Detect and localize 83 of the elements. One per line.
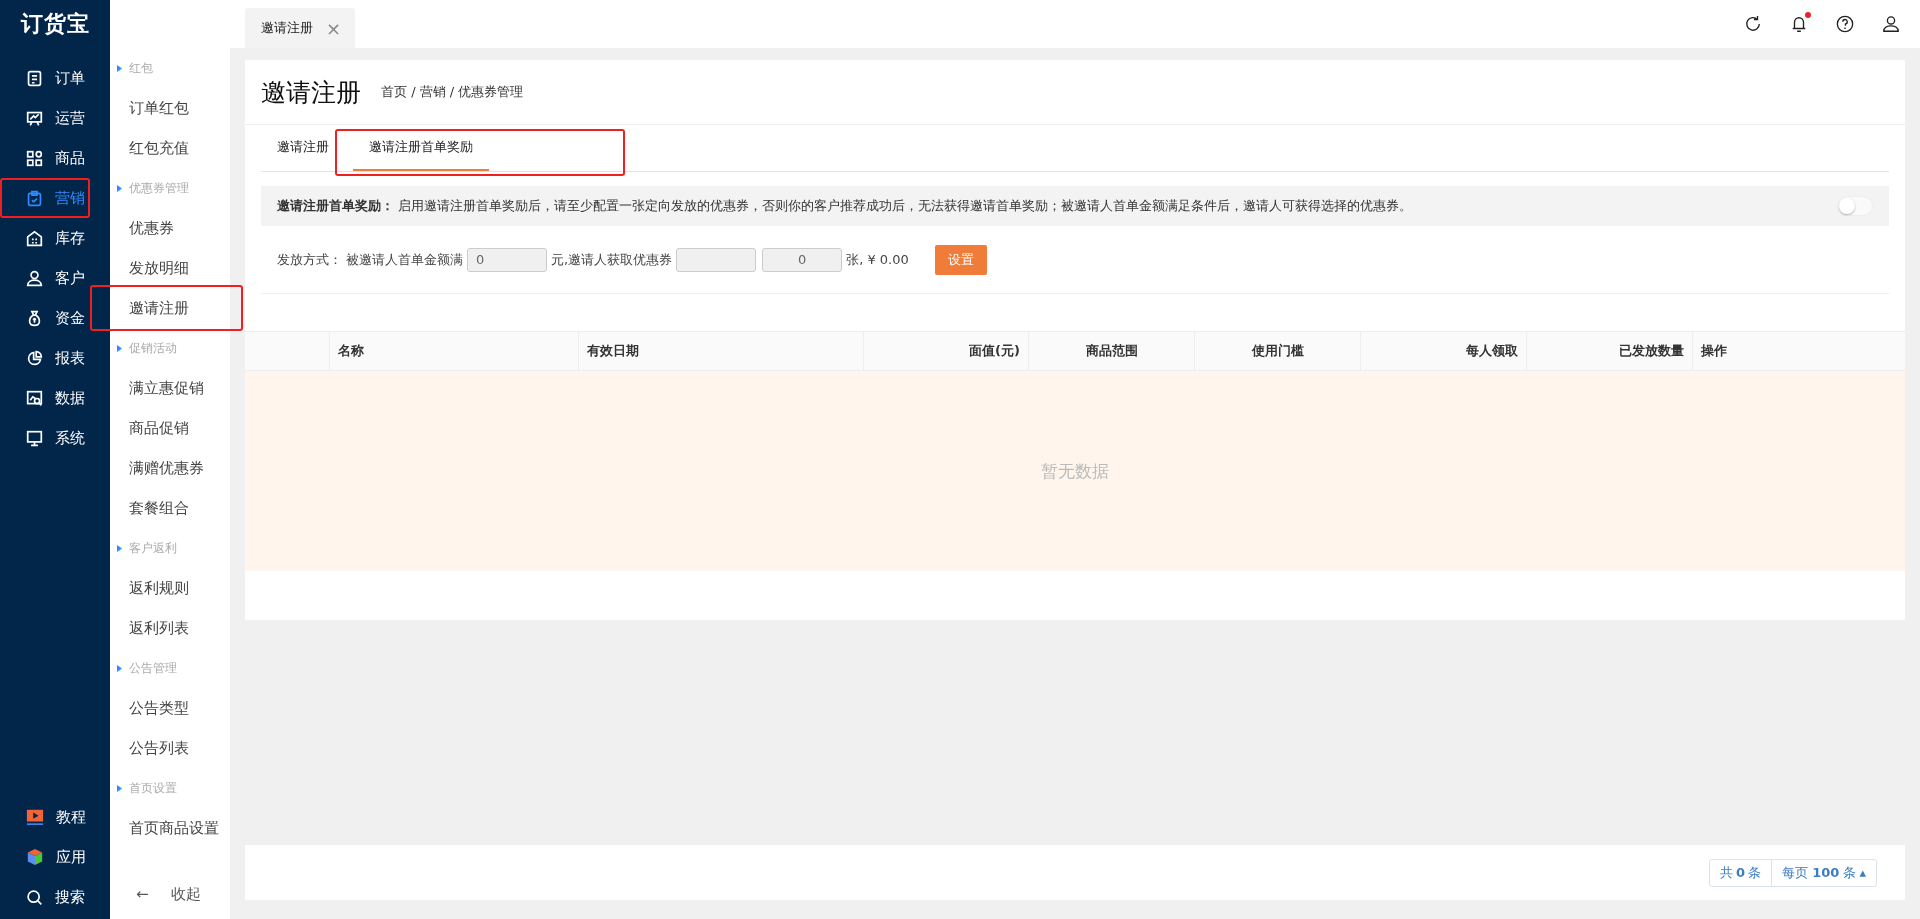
money-bag-icon [26,309,43,327]
nav-item[interactable]: 数据 [0,378,110,418]
presentation-icon [26,109,43,127]
page-size-select[interactable]: 每页 100 条 ▴ [1771,859,1876,886]
tab[interactable]: 邀请注册 [261,125,345,171]
triangle-icon [117,64,122,72]
form-text: 张, ¥ 0.00 [846,250,909,269]
submenu-item[interactable]: 首页商品设置 [110,808,230,848]
nav-item[interactable]: 商品 [0,138,110,178]
column-header: 每人领取 [1360,332,1526,370]
tab-label: 邀请注册 [261,19,313,37]
column-header: 面值(元) [863,332,1028,370]
user-icon [26,269,43,287]
submenu-item[interactable]: 邀请注册 [110,288,230,328]
form-text: 被邀请人首单金额满 [346,250,463,269]
submenu-group-label: 客户返利 [129,539,177,557]
submenu-group-label: 优惠券管理 [129,179,189,197]
document-icon [26,69,43,87]
submenu-group-label: 公告管理 [129,659,177,677]
nav-item[interactable]: 运营 [0,98,110,138]
empty-message: 暂无数据 [245,371,1905,571]
column-header: 操作 [1692,332,1905,370]
submenu-item[interactable]: 发放明细 [110,248,230,288]
column-header: 名称 [329,332,578,370]
page-title: 邀请注册 [261,76,361,109]
logo: 订货宝 [19,10,91,38]
triangle-icon [117,544,122,552]
submenu-item[interactable]: 满立惠促销 [110,368,230,408]
triangle-icon [117,184,122,192]
count-field[interactable]: 0 [762,247,843,272]
submenu-item[interactable]: 套餐组合 [110,488,230,528]
nav-item[interactable]: 报表 [0,338,110,378]
help-icon[interactable] [1836,15,1854,33]
clipboard-icon [26,189,43,207]
grid-icon [26,149,43,167]
nav-item[interactable]: 资金 [0,298,110,338]
submenu-item[interactable]: 满赠优惠券 [110,448,230,488]
monitor-icon [26,429,43,447]
form-label: 发放方式： [277,250,342,269]
cube-icon [26,848,44,866]
breadcrumb: 首页 / 营销 / 优惠券管理 [381,83,524,101]
form-text: 元,邀请人获取优惠券 [551,250,673,269]
submenu-item[interactable]: 订单红包 [110,88,230,128]
submenu-group-label: 红包 [129,59,153,77]
triangle-icon [117,664,122,672]
column-header: 使用门槛 [1194,332,1360,370]
search-icon [26,888,43,906]
building-icon [26,229,43,247]
submenu-item[interactable]: 公告类型 [110,688,230,728]
submenu-item[interactable]: 红包充值 [110,128,230,168]
nav-item[interactable]: 订单 [0,58,110,98]
pie-chart-icon [26,349,43,367]
submenu-item[interactable]: 公告列表 [110,728,230,768]
submenu-group-label: 首页设置 [129,779,177,797]
nav-item[interactable]: 教程 [0,797,110,837]
submenu-item[interactable]: 返利规则 [110,568,230,608]
refresh-icon[interactable] [1744,15,1762,33]
column-header: 有效日期 [578,332,863,370]
nav-item[interactable]: 搜索 [0,877,110,917]
submenu-item[interactable]: 优惠券 [110,208,230,248]
bell-icon[interactable] [1790,15,1808,33]
nav-item[interactable]: 库存 [0,218,110,258]
user-icon[interactable] [1882,15,1900,33]
tab[interactable]: 邀请注册首单奖励 [353,125,489,171]
amount-field[interactable]: 0 [467,247,547,272]
nav-item[interactable]: 系统 [0,418,110,458]
triangle-icon [117,344,122,352]
nav-item[interactable]: 应用 [0,837,110,877]
submenu-item[interactable]: 商品促销 [110,408,230,448]
column-header: 已发放数量 [1526,332,1692,370]
video-icon [26,808,44,826]
nav-item[interactable]: 营销 [0,178,110,218]
submenu-item[interactable]: 返利列表 [110,608,230,648]
total-count: 共 0 条 [1719,863,1763,882]
notice-text: 邀请注册首单奖励： 启用邀请注册首单奖励后，请至少配置一张定向发放的优惠券，否则你的客户推荐成功后，无法获得邀请首单奖励；被邀请人首单金额满足条件后，邀请人可获得选择的优惠券。 [277,197,1413,215]
triangle-icon [117,784,122,792]
column-header: 商品范围 [1028,332,1194,370]
nav-item[interactable]: 客户 [0,258,110,298]
submenu-group-label: 促销活动 [129,339,177,357]
chart-search-icon [26,389,43,407]
page-tab[interactable]: 邀请注册 × [245,8,355,48]
collapse-button[interactable]: ← 收起 [110,869,230,919]
toggle-switch[interactable] [1837,196,1873,216]
